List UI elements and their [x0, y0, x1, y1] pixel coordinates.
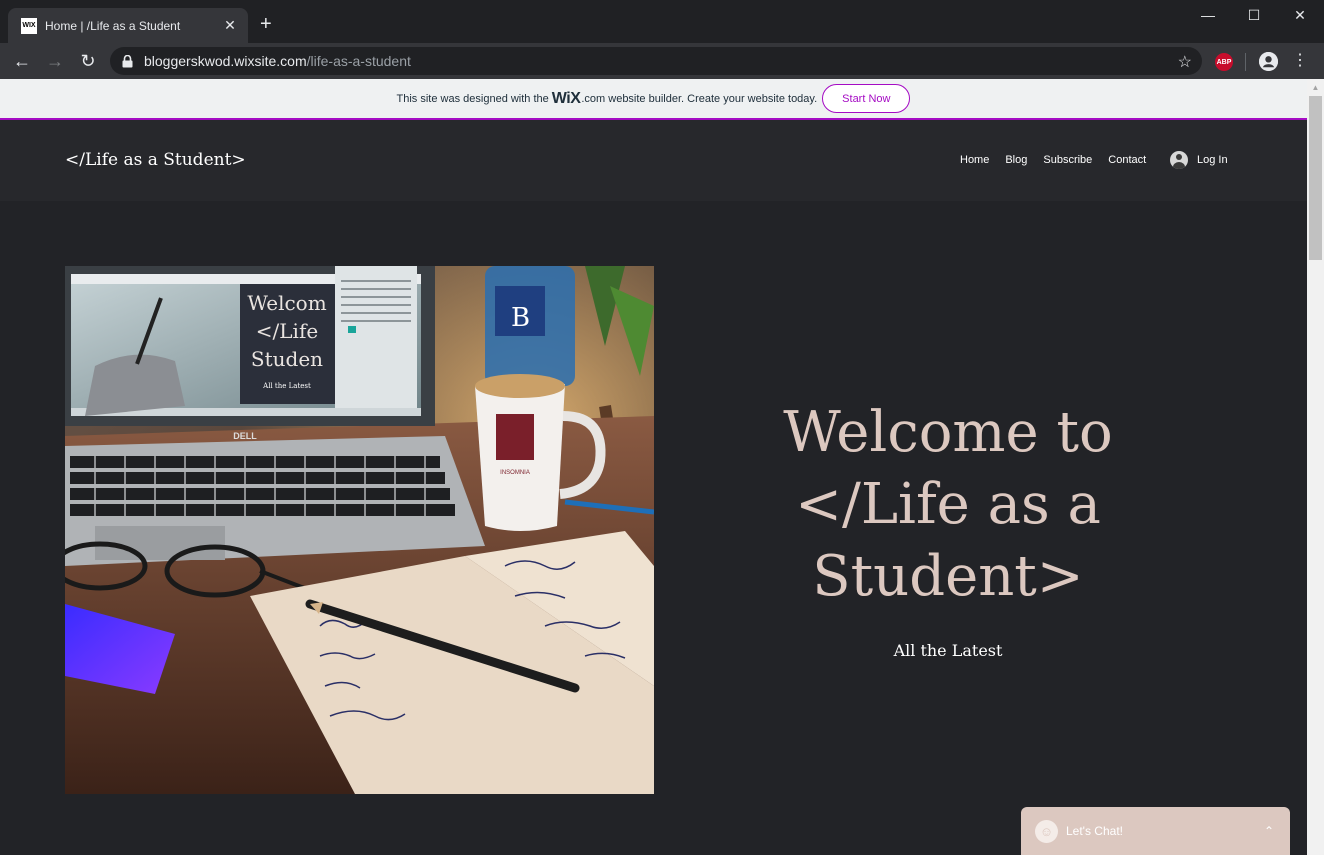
browser-tabstrip: WIX Home | /Life as a Student ✕ + — ☐ ✕ — [0, 0, 1324, 43]
login-button[interactable]: Log In — [1170, 151, 1228, 169]
new-tab-icon[interactable]: + — [260, 14, 272, 34]
svg-text:INSOMNIA: INSOMNIA — [500, 470, 530, 476]
lock-icon — [120, 54, 134, 68]
chat-smiley-icon: ☺ — [1035, 819, 1058, 843]
svg-text:Welcom: Welcom — [247, 291, 326, 315]
banner-text-after: .com website builder. Create your websit… — [581, 92, 818, 105]
scrollbar-thumb[interactable] — [1309, 96, 1322, 260]
chat-widget[interactable]: ☺ Let's Chat! ⌃ — [1021, 807, 1290, 855]
svg-text:All the Latest: All the Latest — [262, 382, 311, 390]
hero-heading: Welcome to </Life as a Student> — [783, 400, 1113, 609]
maximize-icon[interactable]: ☐ — [1231, 4, 1277, 26]
start-now-button[interactable]: Start Now — [822, 84, 911, 113]
wix-ad-banner: This site was designed with the WiX .com… — [0, 79, 1307, 120]
hero-subheading: All the Latest — [893, 641, 1003, 660]
tab-title: Home | /Life as a Student — [45, 18, 181, 33]
main-nav: Home Blog Subscribe Contact — [960, 154, 1146, 166]
nav-home[interactable]: Home — [960, 154, 989, 166]
svg-text:</Life: </Life — [256, 319, 318, 343]
svg-text:Studen: Studen — [251, 347, 323, 371]
url-host: bloggerskwod.wixsite.com — [144, 53, 307, 69]
wix-favicon-icon: WIX — [21, 17, 37, 34]
close-window-icon[interactable]: ✕ — [1277, 4, 1323, 26]
url-text: bloggerskwod.wixsite.com/life-as-a-stude… — [144, 53, 411, 69]
browser-toolbar: ← → ↻ bloggerskwod.wixsite.com/life-as-a… — [0, 43, 1324, 79]
adblock-extension-icon[interactable]: ABP — [1215, 53, 1233, 71]
minimize-icon[interactable]: — — [1185, 4, 1231, 26]
scroll-up-arrow-icon[interactable]: ▲ — [1307, 79, 1324, 96]
user-avatar-icon — [1170, 151, 1188, 169]
tab-home[interactable]: WIX Home | /Life as a Student ✕ — [8, 8, 248, 43]
nav-contact[interactable]: Contact — [1108, 154, 1146, 166]
forward-arrow-icon[interactable]: → — [43, 49, 67, 73]
page-viewport: This site was designed with the WiX .com… — [0, 79, 1307, 855]
toolbar-divider — [1245, 53, 1246, 71]
profile-avatar-icon[interactable] — [1259, 52, 1278, 71]
nav-subscribe[interactable]: Subscribe — [1043, 154, 1092, 166]
hero-text-block: Welcome to </Life as a Student> All the … — [740, 397, 1156, 660]
banner-text-before: This site was designed with the — [396, 92, 549, 105]
login-label: Log In — [1197, 154, 1228, 166]
close-tab-icon[interactable]: ✕ — [222, 17, 238, 34]
back-arrow-icon[interactable]: ← — [10, 49, 34, 73]
hero-photo: Welcom </Life Studen All the Latest DELL — [65, 266, 654, 794]
nav-blog[interactable]: Blog — [1005, 154, 1027, 166]
site-title[interactable]: </Life as a Student> — [65, 150, 246, 170]
svg-text:DELL: DELL — [233, 431, 257, 441]
svg-text:B: B — [511, 303, 530, 333]
reload-icon[interactable]: ↻ — [76, 49, 100, 73]
bookmark-star-icon[interactable]: ☆ — [1178, 52, 1192, 72]
browser-menu-icon[interactable]: ⋮ — [1292, 51, 1308, 71]
url-path: /life-as-a-student — [306, 53, 411, 69]
chat-label: Let's Chat! — [1066, 824, 1123, 838]
page-scrollbar[interactable]: ▲ — [1307, 79, 1324, 855]
wix-logo: WiX — [551, 89, 581, 107]
site-header: </Life as a Student> Home Blog Subscribe… — [0, 120, 1307, 201]
chevron-up-icon[interactable]: ⌃ — [1264, 824, 1274, 838]
address-bar[interactable]: bloggerskwod.wixsite.com/life-as-a-stude… — [110, 47, 1202, 75]
